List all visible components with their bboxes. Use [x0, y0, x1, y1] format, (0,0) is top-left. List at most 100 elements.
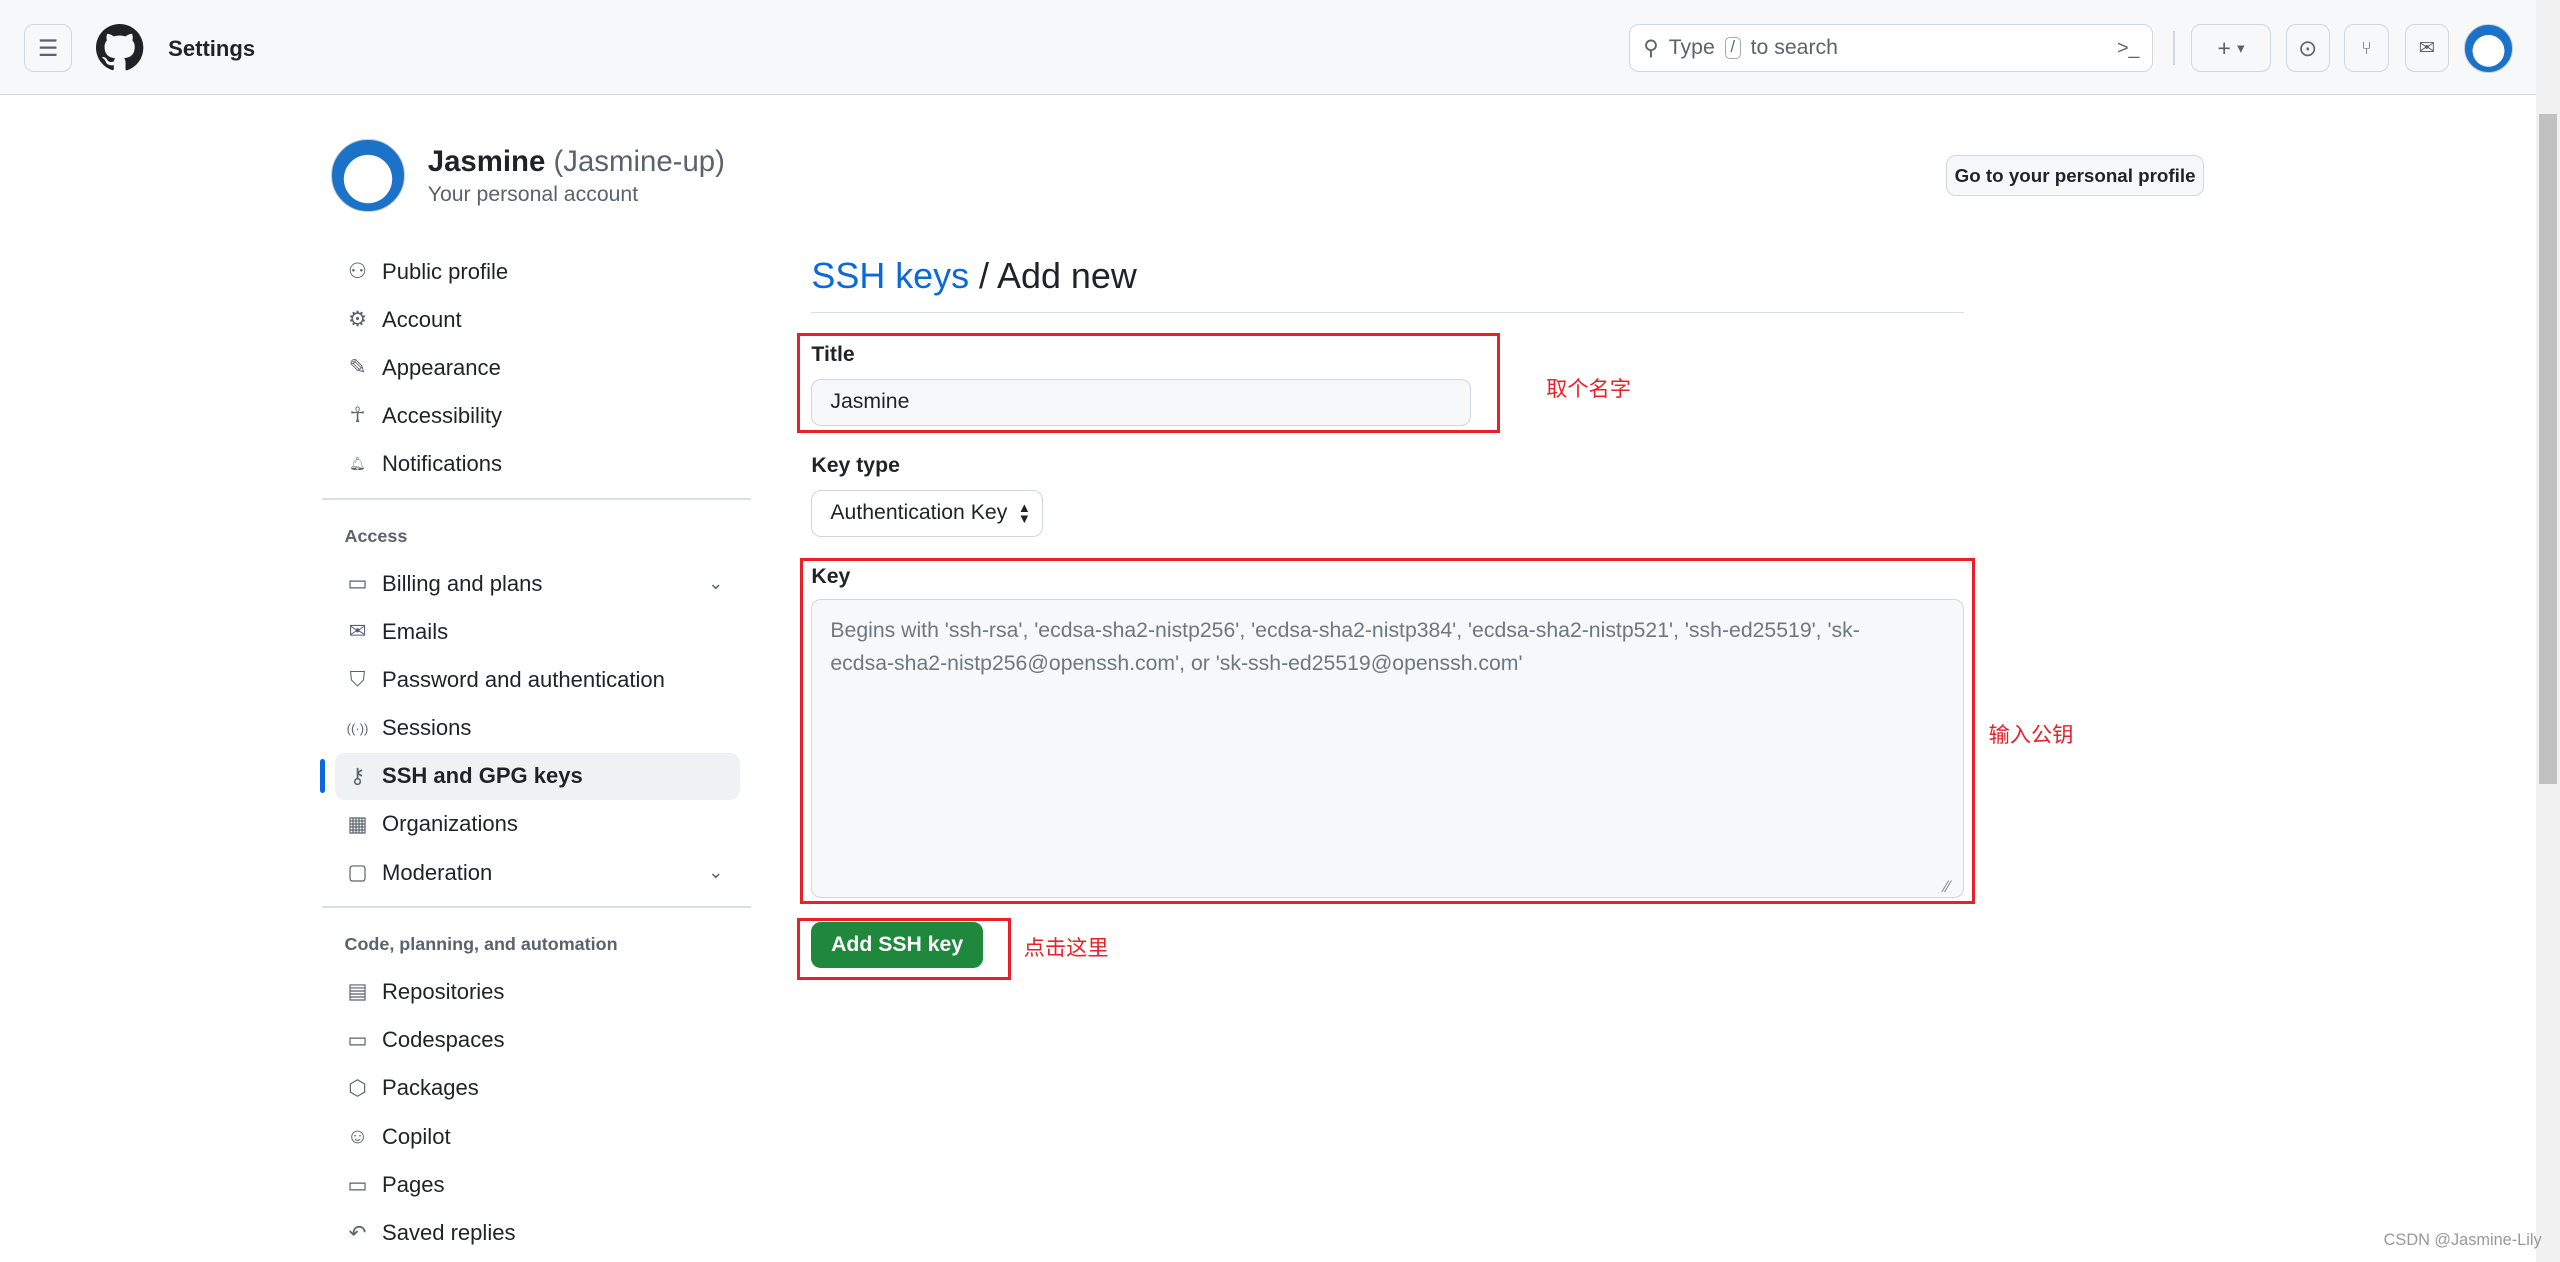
search-placeholder: Type	[1668, 36, 1715, 60]
sidebar-item[interactable]: ✎ Appearance	[335, 344, 740, 391]
bell-icon: 🔔︎	[349, 455, 366, 471]
repo-icon: ▤	[347, 980, 368, 1004]
sidebar-item-label: Password and authentication	[382, 666, 665, 692]
account-subtitle: Your personal account	[427, 182, 639, 206]
gear-icon: ⚙	[348, 308, 368, 332]
sidebar-item[interactable]: ▦ Organizations	[335, 801, 740, 848]
search-icon: ⚲	[1643, 36, 1659, 60]
title-divider	[811, 311, 1965, 314]
sidebar-item[interactable]: ⚇ Public profile	[335, 248, 740, 295]
breadcrumb-separator: /	[979, 254, 990, 296]
search-shortcut-key: /	[1724, 37, 1741, 59]
header-title: Settings	[168, 35, 256, 61]
go-to-profile-button[interactable]: Go to your personal profile	[1946, 155, 2205, 196]
sidebar-item[interactable]: ▭ Pages	[335, 1161, 740, 1208]
header-divider	[2173, 31, 2175, 66]
sidebar-item[interactable]: ⚙ Account	[335, 296, 740, 343]
key-type-value: Authentication Key	[830, 501, 1008, 525]
sidebar-item[interactable]: ▢ Moderation ⌄	[335, 849, 740, 896]
key-icon: ⚷	[349, 764, 366, 788]
scrollbar-thumb[interactable]	[2538, 114, 2557, 784]
copilot-icon: ☺	[346, 1124, 369, 1148]
plus-icon: +	[2217, 34, 2231, 61]
annotation-box-title	[796, 333, 1501, 433]
user-login: (Jasmine-up)	[553, 145, 725, 179]
search-placeholder-rest: to search	[1750, 36, 1838, 60]
sidebar-item-label: Appearance	[382, 354, 501, 380]
select-arrows-icon: ▲ ▼	[1017, 500, 1031, 527]
annotation-box-submit	[796, 917, 1011, 980]
person-icon: ⚇	[348, 260, 368, 284]
paintbrush-icon: ✎	[348, 356, 367, 380]
key-type-label: Key type	[811, 453, 900, 477]
mail-icon: ✉	[348, 620, 367, 644]
pull-requests-button[interactable]: ⑂	[2344, 24, 2389, 72]
sidebar-item-label: Account	[382, 306, 462, 332]
sidebar-item-label: Codespaces	[382, 1027, 505, 1053]
git-pull-request-icon: ⑂	[2361, 37, 2372, 58]
credit-card-icon: ▭	[347, 572, 368, 596]
page: ☰ Settings ⚲ Type / to search >_ + ▾ ⊙ ⑂ ✉…	[0, 0, 2560, 1262]
search-input[interactable]: ⚲ Type / to search >_	[1629, 24, 2154, 72]
hamburger-icon: ☰	[37, 34, 59, 61]
sidebar-item-label: Copilot	[382, 1123, 451, 1149]
sidebar-item[interactable]: ☥ Accessibility	[335, 392, 740, 439]
sidebar-item[interactable]: ✉ Emails	[335, 608, 740, 655]
selected-indicator	[319, 759, 325, 794]
sidebar-item-label: Pages	[382, 1172, 445, 1198]
account-name: Jasmine (Jasmine-up)	[428, 145, 725, 179]
user-avatar[interactable]	[2463, 24, 2513, 74]
sidebar-item-label: Emails	[382, 618, 449, 644]
sidebar-item[interactable]: ↶ Saved replies	[335, 1210, 740, 1257]
command-palette-icon[interactable]: >_	[2117, 37, 2139, 60]
chevron-down-icon: ⌄	[708, 862, 724, 883]
sidebar-divider	[321, 497, 751, 500]
sidebar-item-label: Repositories	[382, 978, 505, 1004]
user-name: Jasmine	[427, 145, 546, 179]
caret-down-icon: ▾	[2237, 40, 2245, 57]
browser-icon: ▭	[347, 1173, 368, 1197]
sidebar-item[interactable]: 🔔︎ Notifications	[335, 440, 740, 487]
create-new-button[interactable]: + ▾	[2191, 24, 2271, 72]
sidebar-item-label: Notifications	[382, 450, 502, 476]
sidebar-item[interactable]: ▭ Codespaces	[335, 1016, 740, 1063]
package-icon: ⬡	[348, 1076, 367, 1100]
ssh-keys-link[interactable]: SSH keys	[811, 255, 969, 296]
sidebar-item[interactable]: ▭ Billing and plans ⌄	[335, 560, 740, 607]
issues-button[interactable]: ⊙	[2285, 24, 2330, 72]
watermark: CSDN @Jasmine-Lily	[2383, 1231, 2542, 1250]
menu-button[interactable]: ☰	[24, 24, 72, 72]
organization-icon: ▦	[347, 812, 368, 836]
sidebar-item-label: Public profile	[382, 258, 509, 284]
inbox-icon: ✉	[2418, 37, 2436, 60]
annotation-submit-note: 点击这里	[1023, 936, 1109, 960]
shield-lock-icon: ⛉	[349, 667, 366, 691]
sidebar-item[interactable]: ▤ Repositories	[335, 968, 740, 1015]
sidebar-item[interactable]: ((·)) Sessions	[335, 704, 740, 751]
sidebar-item-label: Organizations	[382, 811, 518, 837]
sidebar-heading-code: Code, planning, and automation	[344, 933, 618, 954]
reply-icon: ↶	[348, 1221, 367, 1245]
github-logo-icon[interactable]	[96, 24, 144, 71]
sidebar-item[interactable]: ⬡ Packages	[335, 1065, 740, 1112]
sidebar-item-label: Moderation	[382, 859, 493, 885]
inbox-button[interactable]: ✉	[2404, 24, 2449, 72]
sidebar-divider	[321, 906, 751, 908]
sidebar-item-label: SSH and GPG keys	[382, 763, 583, 789]
sidebar-item-label: Sessions	[382, 715, 472, 741]
sidebar-heading-access: Access	[344, 525, 408, 546]
sidebar-item-label: Billing and plans	[382, 570, 543, 596]
codespaces-icon: ▭	[347, 1028, 368, 1052]
top-header: ☰ Settings ⚲ Type / to search >_ + ▾ ⊙ ⑂ ✉	[0, 0, 2536, 95]
account-avatar	[331, 138, 405, 213]
chevron-down-icon: ⌄	[708, 573, 724, 594]
key-type-select[interactable]: Authentication Key ▲ ▼	[811, 489, 1044, 538]
sidebar-item[interactable]: ⚷ SSH and GPG keys	[334, 752, 740, 800]
sidebar-item-label: Accessibility	[382, 402, 502, 428]
sidebar-item[interactable]: ⛉ Password and authentication	[335, 656, 740, 703]
sidebar-item[interactable]: ☺ Copilot	[335, 1113, 740, 1160]
report-icon: ▢	[347, 861, 368, 885]
annotation-box-key	[799, 558, 1976, 905]
accessibility-icon: ☥	[349, 404, 366, 428]
broadcast-icon: ((·))	[346, 720, 369, 736]
